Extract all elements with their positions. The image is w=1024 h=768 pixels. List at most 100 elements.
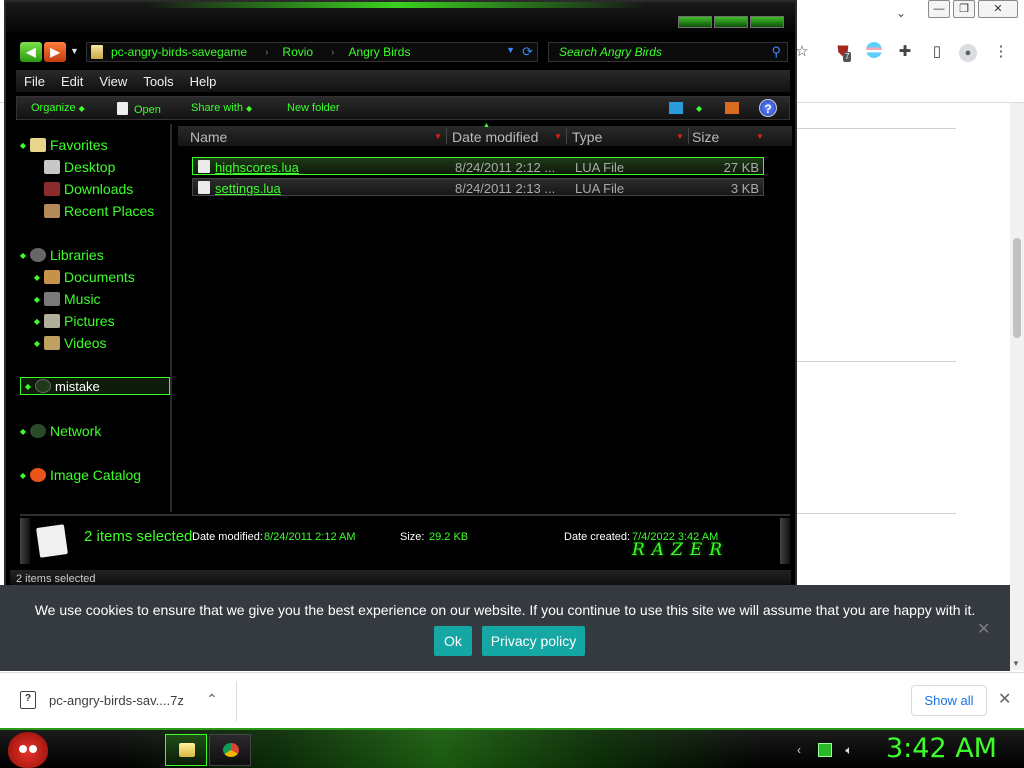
- nav-videos[interactable]: ◆ Videos: [30, 334, 107, 352]
- menu-edit[interactable]: Edit: [61, 74, 83, 89]
- expand-icon[interactable]: ◆: [16, 471, 30, 480]
- scroll-down-icon[interactable]: ▼: [1012, 659, 1020, 668]
- nav-label: Documents: [64, 269, 135, 285]
- address-dropdown-icon[interactable]: ▼: [506, 45, 515, 55]
- expand-icon[interactable]: ◆: [16, 251, 30, 260]
- close-button[interactable]: ✕: [978, 0, 1018, 18]
- column-type-dropdown-icon[interactable]: ▼: [676, 132, 684, 141]
- network-tray-icon[interactable]: [818, 743, 832, 757]
- nav-desktop[interactable]: Desktop: [30, 158, 115, 176]
- scrollbar-thumb[interactable]: [1013, 238, 1021, 338]
- explorer-titlebar[interactable]: [6, 2, 795, 32]
- page-scrollbar[interactable]: ▼: [1010, 103, 1024, 670]
- taskbar-explorer-button[interactable]: [165, 734, 207, 766]
- menu-view[interactable]: View: [99, 74, 127, 89]
- restore-button[interactable]: ❐: [953, 0, 975, 18]
- back-button[interactable]: ◀: [20, 42, 42, 62]
- download-item-name[interactable]: pc-angry-birds-sav....7z: [49, 693, 184, 708]
- expand-icon[interactable]: ◆: [21, 382, 35, 391]
- file-date: 8/24/2011 2:12 ...: [455, 160, 556, 175]
- pictures-icon: [44, 314, 60, 328]
- volume-icon[interactable]: 🔈︎: [842, 743, 856, 757]
- explorer-maximize-button[interactable]: [714, 16, 748, 28]
- ublock-icon[interactable]: ⛊7: [833, 42, 853, 62]
- nav-image-catalog[interactable]: ◆ Image Catalog: [16, 466, 141, 484]
- status-text: 2 items selected: [16, 573, 96, 585]
- shield-flag-icon[interactable]: [864, 42, 884, 62]
- share-with-button[interactable]: Share with ◆: [191, 102, 252, 114]
- nav-music[interactable]: ◆ Music: [30, 290, 101, 308]
- file-size: 27 KB: [723, 160, 759, 175]
- search-input[interactable]: [549, 43, 759, 61]
- tray-overflow-icon[interactable]: ‹: [792, 743, 806, 757]
- organize-button[interactable]: Organize ◆: [31, 102, 85, 114]
- view-options-icon[interactable]: ◆: [693, 102, 702, 114]
- expand-icon[interactable]: ◆: [16, 427, 30, 436]
- address-bar[interactable]: pc-angry-birds-savegame › Rovio › Angry …: [86, 42, 538, 62]
- privacy-policy-button[interactable]: Privacy policy: [482, 626, 585, 656]
- history-dropdown-icon[interactable]: ▼: [70, 46, 79, 56]
- start-button-angry-bird-icon[interactable]: [8, 732, 48, 768]
- breadcrumb-item[interactable]: Angry Birds: [348, 45, 410, 59]
- preview-pane-icon[interactable]: [725, 102, 739, 114]
- explorer-close-button[interactable]: [750, 16, 784, 28]
- menu-file[interactable]: File: [24, 74, 45, 89]
- expand-icon[interactable]: ◆: [30, 339, 44, 348]
- download-options-chevron-icon[interactable]: ⌃: [206, 691, 218, 708]
- cookie-ok-button[interactable]: Ok: [434, 626, 472, 656]
- download-shelf-close-icon[interactable]: ✕: [998, 689, 1011, 709]
- tab-search-chevron-icon[interactable]: ⌄: [896, 6, 906, 20]
- chrome-icon: [223, 743, 239, 757]
- nav-recent-places[interactable]: Recent Places: [30, 202, 154, 220]
- nav-network[interactable]: ◆ Network: [16, 422, 101, 440]
- nav-label: Downloads: [64, 181, 134, 197]
- date-modified-label: Date modified:: [192, 531, 263, 543]
- new-folder-button[interactable]: New folder: [287, 102, 340, 114]
- explorer-minimize-button[interactable]: [678, 16, 712, 28]
- breadcrumb-item[interactable]: Rovio: [282, 45, 313, 59]
- taskbar-chrome-button[interactable]: [209, 734, 251, 766]
- menu-help[interactable]: Help: [190, 74, 217, 89]
- column-size[interactable]: Size: [692, 129, 719, 145]
- forward-button[interactable]: ▶: [44, 42, 66, 62]
- expand-icon[interactable]: ◆: [30, 295, 44, 304]
- refresh-icon[interactable]: ⟳: [522, 44, 533, 60]
- column-size-dropdown-icon[interactable]: ▼: [756, 132, 764, 141]
- column-name-dropdown-icon[interactable]: ▼: [434, 132, 442, 141]
- open-label: Open: [134, 104, 161, 116]
- file-row[interactable]: highscores.lua 8/24/2011 2:12 ... LUA Fi…: [192, 157, 764, 175]
- expand-icon[interactable]: ◆: [30, 317, 44, 326]
- profile-icon[interactable]: ●: [958, 42, 978, 62]
- menu-tools[interactable]: Tools: [143, 74, 173, 89]
- expand-icon[interactable]: ◆: [30, 273, 44, 282]
- help-icon[interactable]: ?: [759, 99, 777, 117]
- puzzle-icon[interactable]: ✚: [895, 42, 915, 62]
- breadcrumb-separator[interactable]: ›: [265, 47, 268, 58]
- nav-downloads[interactable]: Downloads: [30, 180, 133, 198]
- column-date-dropdown-icon[interactable]: ▼: [554, 132, 562, 141]
- downloads-icon: [44, 182, 60, 196]
- show-all-button[interactable]: Show all: [911, 685, 987, 716]
- taskbar-clock[interactable]: 3:42 AM: [886, 733, 997, 764]
- column-name[interactable]: Name: [190, 129, 227, 145]
- cookie-close-icon[interactable]: ✕: [977, 619, 990, 639]
- column-date-modified[interactable]: Date modified: [452, 129, 538, 145]
- search-icon[interactable]: ⚲: [771, 44, 781, 60]
- lua-file-icon: [198, 160, 210, 173]
- nav-pictures[interactable]: ◆ Pictures: [30, 312, 115, 330]
- column-type[interactable]: Type: [572, 129, 602, 145]
- search-box[interactable]: ⚲: [548, 42, 788, 62]
- file-row[interactable]: settings.lua 8/24/2011 2:13 ... LUA File…: [192, 178, 764, 196]
- minimize-button[interactable]: —: [928, 0, 950, 18]
- breadcrumb-separator[interactable]: ›: [331, 47, 334, 58]
- nav-mistake[interactable]: ◆ mistake: [20, 377, 170, 395]
- nav-documents[interactable]: ◆ Documents: [30, 268, 135, 286]
- view-icon[interactable]: [669, 102, 683, 114]
- sidepanel-icon[interactable]: ▯: [927, 42, 947, 62]
- kebab-menu-icon[interactable]: ⋮: [991, 42, 1011, 62]
- nav-libraries[interactable]: ◆ Libraries: [16, 246, 104, 264]
- open-button[interactable]: Open: [117, 102, 161, 116]
- expand-icon[interactable]: ◆: [16, 141, 30, 150]
- nav-favorites[interactable]: ◆ Favorites: [16, 136, 108, 154]
- breadcrumb-item[interactable]: pc-angry-birds-savegame: [111, 45, 247, 59]
